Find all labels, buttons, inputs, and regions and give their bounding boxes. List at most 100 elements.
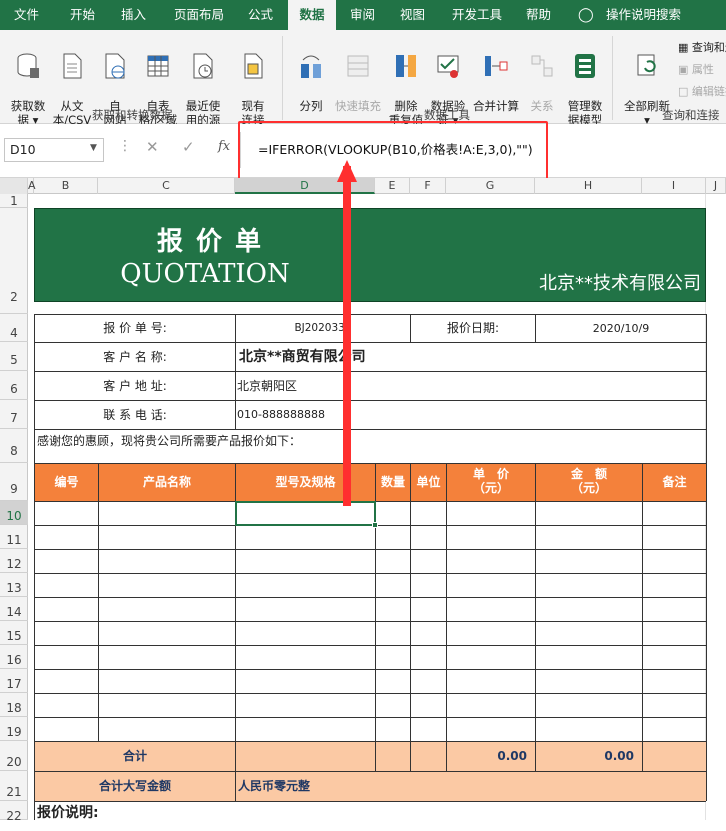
menu-formulas[interactable]: 公式 [248,0,273,30]
insert-function-icon[interactable]: fx [218,139,230,154]
row-header-10[interactable]: 10 [0,501,28,525]
total-amount-value: 0.00 [604,749,634,763]
quote-no-value: BJ2020333 [294,322,352,334]
select-all-corner[interactable] [0,178,28,194]
queries-icon: ▦ [678,41,689,54]
text-to-columns-button[interactable]: 分列 [292,38,330,113]
pointer-arrow [343,166,351,506]
name-box-dropdown-icon[interactable]: ▼ [90,143,97,153]
consolidate-button[interactable]: 合并计算 [470,38,522,113]
row-header-16[interactable]: 16 [0,645,28,669]
group-label-queries: 查询和连接 [662,108,720,122]
recent-sources-button[interactable]: 最近使 用的源 [180,38,226,127]
pointer-arrow-head [337,160,357,182]
worksheet-grid: 报 价 单 QUOTATION 北京**技术有限公司 报 价 单 号: BJ20… [29,194,726,820]
flash-fill-button[interactable]: 快速填充 [332,38,384,113]
menu-file[interactable]: 文件 [14,0,39,30]
column-header-b[interactable]: B [34,178,98,194]
header-product-name: 产品名称 [142,475,191,489]
existing-connections-button[interactable]: 现有 连接 [234,38,272,127]
row-header-6[interactable]: 6 [0,371,28,400]
name-box[interactable]: D10 [4,138,104,162]
menu-help[interactable]: 帮助 [526,0,551,30]
menu-insert[interactable]: 插入 [121,0,146,30]
client-label: 客 户 名 称: [103,350,167,364]
row-header-1[interactable]: 1 [0,194,28,208]
relationships-icon [530,52,554,80]
row-header-11[interactable]: 11 [0,525,28,549]
column-header-c[interactable]: C [98,178,235,194]
column-header-h[interactable]: H [535,178,642,194]
properties-button[interactable]: ▣ 属性 [678,61,714,77]
row-header-13[interactable]: 13 [0,573,28,597]
table-border [410,463,411,771]
tell-me-search[interactable]: 操作说明搜索 [606,0,681,30]
column-header-f[interactable]: F [410,178,446,194]
selected-cell-d10[interactable] [235,501,376,526]
column-header-j[interactable]: J [706,178,726,194]
formula-highlight-box [238,121,548,183]
row-header-4[interactable]: 4 [0,314,28,342]
header-unit: 单位 [416,475,441,489]
table-border [34,645,706,646]
manage-data-model-button[interactable]: 管理数 据模型 [562,38,608,127]
enter-check-icon[interactable]: ✓ [182,138,195,156]
lightbulb-icon: ◯ [578,7,594,23]
title-en: QUOTATION [120,259,290,289]
table-border [706,314,707,801]
table-border [34,549,706,550]
group-label-get-transform: 获取和转换数据 [92,108,173,122]
row-header-5[interactable]: 5 [0,342,28,371]
queries-connections-button[interactable]: ▦ 查询和连接 [678,39,726,55]
edit-links-button[interactable]: □ 编辑链接 [678,83,726,99]
row-header-15[interactable]: 15 [0,621,28,645]
quote-no-label: 报 价 单 号: [103,321,167,335]
menu-developer[interactable]: 开发工具 [452,0,502,30]
table-border [34,693,706,694]
fill-handle[interactable] [372,522,378,528]
row-header-12[interactable]: 12 [0,549,28,573]
group-separator [282,36,283,120]
menu-view[interactable]: 视图 [400,0,425,30]
header-quantity: 数量 [380,475,405,489]
column-header-g[interactable]: G [446,178,535,194]
column-headers: A B C D E F G H I J [0,178,726,194]
row-header-7[interactable]: 7 [0,400,28,429]
row-header-18[interactable]: 18 [0,693,28,717]
menu-data[interactable]: 数据 [288,0,336,30]
row-header-2[interactable]: 2 [0,208,28,314]
total-caps-label: 合计大写金额 [98,779,171,793]
flash-fill-icon [346,52,370,80]
phone-value: 010-888888888 [237,408,325,421]
row-header-19[interactable]: 19 [0,717,28,741]
from-text-csv-button[interactable]: 从文 本/CSV [50,38,94,127]
row-header-14[interactable]: 14 [0,597,28,621]
header-unit-price: 单 价 （元） [472,467,509,495]
date-value: 2020/10/9 [592,322,650,335]
row-header-20[interactable]: 20 [0,741,28,771]
column-header-e[interactable]: E [375,178,410,194]
refresh-icon [635,52,659,80]
table-border [34,573,706,574]
intro-text: 感谢您的惠顾，现将贵公司所需要产品报价如下： [37,434,302,448]
row-header-8[interactable]: 8 [0,429,28,463]
web-globe-icon [103,52,127,80]
row-header-22[interactable]: 22 [0,801,28,823]
row-header-9[interactable]: 9 [0,463,28,501]
column-header-i[interactable]: I [642,178,706,194]
table-border [535,463,536,771]
row-header-17[interactable]: 17 [0,669,28,693]
menu-page-layout[interactable]: 页面布局 [174,0,224,30]
get-data-button[interactable]: 获取数 据 ▾ [6,38,50,127]
cancel-icon[interactable]: ✕ [146,138,159,156]
table-border [34,621,706,622]
menu-review[interactable]: 审阅 [350,0,375,30]
menu-home[interactable]: 开始 [70,0,95,30]
relationships-button[interactable]: 关系 [524,38,560,113]
total-label: 合计 [122,749,147,763]
client-value: 北京**商贸有限公司 [239,349,366,365]
date-label: 报价日期: [446,321,500,335]
row-header-21[interactable]: 21 [0,771,28,801]
total-caps-value: 人民币零元整 [238,779,311,793]
remove-duplicates-button[interactable]: 删除 重复值 [386,38,426,127]
